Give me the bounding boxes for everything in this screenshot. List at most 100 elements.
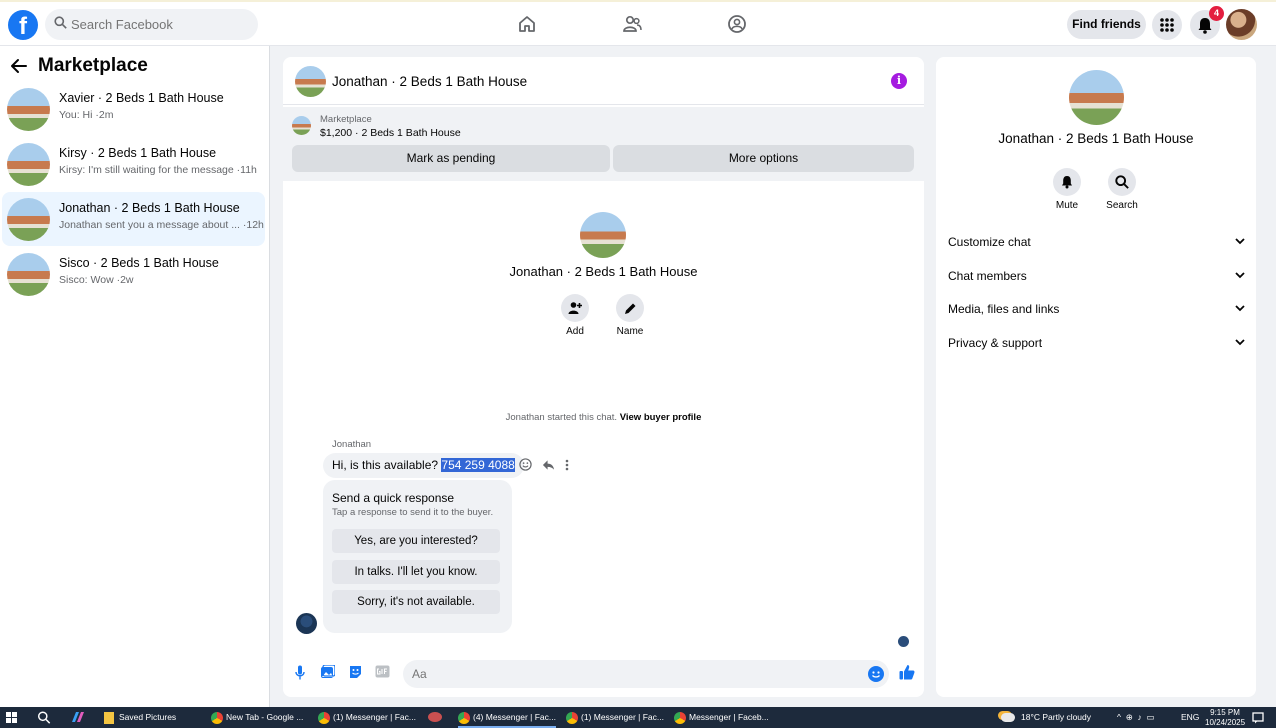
chrome-icon: [458, 711, 470, 724]
clock[interactable]: 9:15 PM 10/24/2025: [1205, 708, 1245, 728]
friends-icon[interactable]: [622, 14, 642, 34]
photo-icon[interactable]: [320, 665, 335, 680]
search-chat-button[interactable]: Search: [1097, 168, 1147, 211]
app-icon[interactable]: [428, 712, 442, 722]
page-scrollbar[interactable]: [1266, 46, 1276, 707]
taskbar-app-label: (1) Messenger | Fac...: [581, 712, 664, 722]
like-thumb-icon[interactable]: [899, 664, 915, 680]
bell-icon: [1062, 176, 1072, 189]
section-label: Customize chat: [948, 235, 1031, 249]
add-label: Add: [566, 326, 584, 337]
system-tray-icons[interactable]: ^ ⊕ ♪ ▭: [1117, 707, 1155, 728]
listing-thumbnail[interactable]: [292, 116, 311, 135]
search-input[interactable]: [71, 9, 251, 40]
taskbar-app-chrome[interactable]: New Tab - Google ...: [211, 707, 303, 728]
windows-start-icon[interactable]: [6, 712, 17, 723]
add-person-icon: [568, 302, 582, 314]
taskbar-app-label: (4) Messenger | Fac...: [473, 712, 556, 722]
taskbar-app-label: Saved Pictures: [119, 712, 177, 722]
conversation-item[interactable]: Xavier · 2 Beds 1 Bath House You: Hi ·2m: [2, 82, 265, 136]
taskbar-app-chrome[interactable]: Messenger | Faceb...: [674, 707, 769, 728]
copilot-icon[interactable]: [70, 711, 86, 724]
language-indicator[interactable]: ENG: [1181, 707, 1199, 728]
listing-source: Marketplace: [320, 114, 372, 125]
conversation-name: Kirsy · 2 Beds 1 Bath House: [59, 146, 217, 160]
taskbar-app-label: (1) Messenger | Fac...: [333, 712, 416, 722]
sender-name: Jonathan: [332, 439, 372, 450]
message-input[interactable]: [412, 660, 852, 688]
chrome-icon: [318, 711, 330, 724]
highlighted-phone-number[interactable]: 754 259 4088: [441, 458, 515, 472]
listing-price[interactable]: $1,200 · 2 Beds 1 Bath House: [320, 127, 461, 139]
conversation-preview: Kirsy: I'm still waiting for the message…: [59, 164, 257, 176]
microphone-icon[interactable]: [295, 665, 305, 680]
gif-icon[interactable]: [375, 665, 390, 678]
taskbar-app-chrome[interactable]: (1) Messenger | Fac...: [566, 707, 664, 728]
name-chat-button[interactable]: Name: [610, 294, 650, 337]
conversation-item[interactable]: Kirsy · 2 Beds 1 Bath House Kirsy: I'm s…: [2, 137, 265, 191]
profile-avatar[interactable]: [1226, 9, 1257, 40]
info-icon[interactable]: i: [891, 73, 907, 89]
section-label: Chat members: [948, 269, 1027, 283]
mark-as-pending-button[interactable]: Mark as pending: [292, 145, 610, 172]
section-label: Media, files and links: [948, 302, 1060, 316]
weather-text: 18°C Partly cloudy: [1021, 712, 1092, 722]
conversation-name: Sisco · 2 Beds 1 Bath House: [59, 256, 219, 270]
react-emoji-icon[interactable]: [519, 458, 532, 471]
mute-button[interactable]: Mute: [1042, 168, 1092, 211]
listing-banner: Marketplace $1,200 · 2 Beds 1 Bath House…: [283, 107, 924, 181]
customize-chat-section[interactable]: Customize chat: [948, 235, 1245, 255]
message-bubble[interactable]: Hi, is this available? 754 259 4088: [323, 453, 524, 478]
quick-reply-button[interactable]: Yes, are you interested?: [332, 529, 500, 553]
emoji-icon: [871, 671, 881, 678]
taskbar-app-chrome-active[interactable]: (4) Messenger | Fac...: [458, 707, 556, 728]
sender-avatar: [296, 613, 317, 634]
find-friends-button[interactable]: Find friends: [1067, 10, 1146, 39]
conversation-avatar: [7, 198, 50, 241]
search-box[interactable]: [45, 9, 258, 40]
reply-icon[interactable]: [542, 459, 555, 471]
home-icon[interactable]: [517, 14, 537, 34]
conversation-name: Jonathan · 2 Beds 1 Bath House: [59, 201, 240, 215]
details-title: Jonathan · 2 Beds 1 Bath House: [998, 131, 1194, 146]
menu-button[interactable]: [1152, 10, 1182, 40]
mute-label: Mute: [1055, 200, 1079, 211]
message-composer[interactable]: [403, 660, 889, 688]
conversation-item[interactable]: Sisco · 2 Beds 1 Bath House Sisco: Wow ·…: [2, 247, 265, 301]
chrome-icon: [566, 711, 578, 724]
chat-avatar[interactable]: [295, 66, 326, 97]
conversation-preview: Sisco: Wow ·2w: [59, 274, 134, 286]
sticker-icon[interactable]: [348, 665, 363, 680]
quick-response-subtitle: Tap a response to send it to the buyer.: [332, 507, 494, 518]
chat-center-avatar: [580, 212, 626, 258]
more-vertical-icon[interactable]: [565, 459, 569, 471]
conversation-item-active[interactable]: Jonathan · 2 Beds 1 Bath House Jonathan …: [2, 192, 265, 246]
section-label: Privacy & support: [948, 336, 1043, 350]
notification-badge: 4: [1209, 6, 1224, 21]
back-arrow-icon[interactable]: [10, 58, 28, 74]
started-text: Jonathan started this chat.: [505, 412, 618, 423]
clock-time: 9:15 PM: [1210, 708, 1240, 717]
facebook-logo[interactable]: f: [8, 10, 38, 40]
groups-icon[interactable]: [727, 14, 747, 34]
add-people-button[interactable]: Add: [555, 294, 595, 337]
notification-center-icon[interactable]: [1252, 712, 1264, 724]
message-tools: [519, 458, 569, 471]
taskbar-app-chrome[interactable]: (1) Messenger | Fac...: [318, 707, 416, 728]
privacy-support-section[interactable]: Privacy & support: [948, 336, 1245, 356]
emoji-button[interactable]: [868, 666, 884, 682]
weather-widget[interactable]: 18°C Partly cloudy: [1001, 707, 1091, 728]
windows-taskbar: Saved Pictures New Tab - Google ... (1) …: [0, 707, 1276, 728]
taskbar-app-saved-pictures[interactable]: Saved Pictures: [104, 707, 176, 728]
chat-title[interactable]: Jonathan · 2 Beds 1 Bath House: [332, 74, 527, 89]
quick-reply-button[interactable]: In talks. I'll let you know.: [332, 560, 500, 584]
conversation-avatar: [7, 253, 50, 296]
chat-started-notice: Jonathan started this chat. View buyer p…: [283, 412, 924, 423]
view-buyer-profile-link[interactable]: View buyer profile: [620, 412, 702, 423]
search-label: Search: [1106, 200, 1138, 211]
media-files-links-section[interactable]: Media, files and links: [948, 302, 1245, 322]
more-options-button[interactable]: More options: [613, 145, 914, 172]
quick-reply-button[interactable]: Sorry, it's not available.: [332, 590, 500, 614]
chat-members-section[interactable]: Chat members: [948, 269, 1245, 289]
search-icon[interactable]: [37, 711, 51, 724]
